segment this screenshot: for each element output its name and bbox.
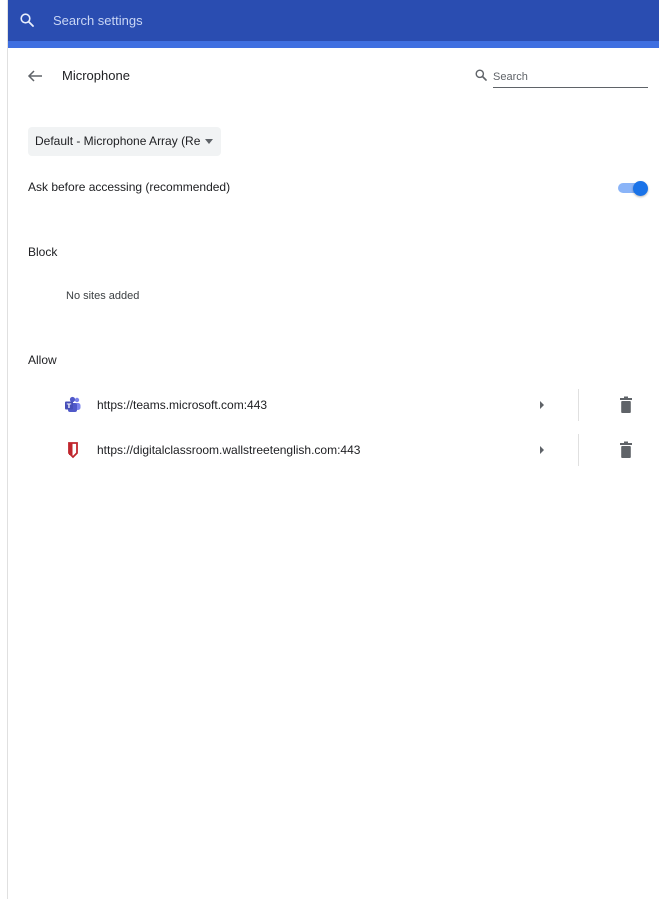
page-title: Microphone — [62, 68, 130, 83]
block-heading: Block — [28, 245, 58, 259]
allow-site-row[interactable]: T https://teams.microsoft.com:443 — [8, 387, 659, 423]
row-divider — [578, 434, 579, 466]
trash-icon[interactable] — [619, 441, 633, 459]
block-empty-note: No sites added — [66, 290, 140, 302]
toggle-knob — [633, 181, 648, 196]
ask-before-accessing-label: Ask before accessing (recommended) — [28, 180, 231, 194]
arrow-left-icon[interactable] — [26, 67, 44, 85]
allow-heading: Allow — [28, 353, 57, 367]
chevron-down-icon — [205, 139, 213, 144]
allow-site-url: https://digitalclassroom.wallstreetengli… — [97, 443, 361, 457]
ask-before-accessing-toggle[interactable] — [618, 181, 648, 196]
microphone-device-select[interactable]: Default - Microphone Array (Re — [28, 127, 221, 156]
allow-site-row[interactable]: https://digitalclassroom.wallstreetengli… — [8, 432, 659, 468]
topbar-accent-strip — [8, 41, 659, 48]
teams-icon: T — [65, 396, 81, 412]
device-select-value: Default - Microphone Array (Re — [35, 134, 201, 148]
svg-text:T: T — [67, 402, 72, 410]
wse-shield-icon — [68, 442, 78, 459]
chevron-right-icon[interactable] — [540, 401, 544, 409]
search-icon — [475, 69, 487, 81]
window-left-edge — [0, 0, 8, 899]
row-divider — [578, 389, 579, 421]
search-icon — [20, 13, 34, 27]
search-settings-input[interactable]: Search settings — [53, 13, 143, 29]
allow-site-url: https://teams.microsoft.com:443 — [97, 398, 268, 412]
site-search-input[interactable] — [493, 67, 648, 88]
trash-icon[interactable] — [619, 396, 633, 414]
chevron-right-icon[interactable] — [540, 446, 544, 454]
